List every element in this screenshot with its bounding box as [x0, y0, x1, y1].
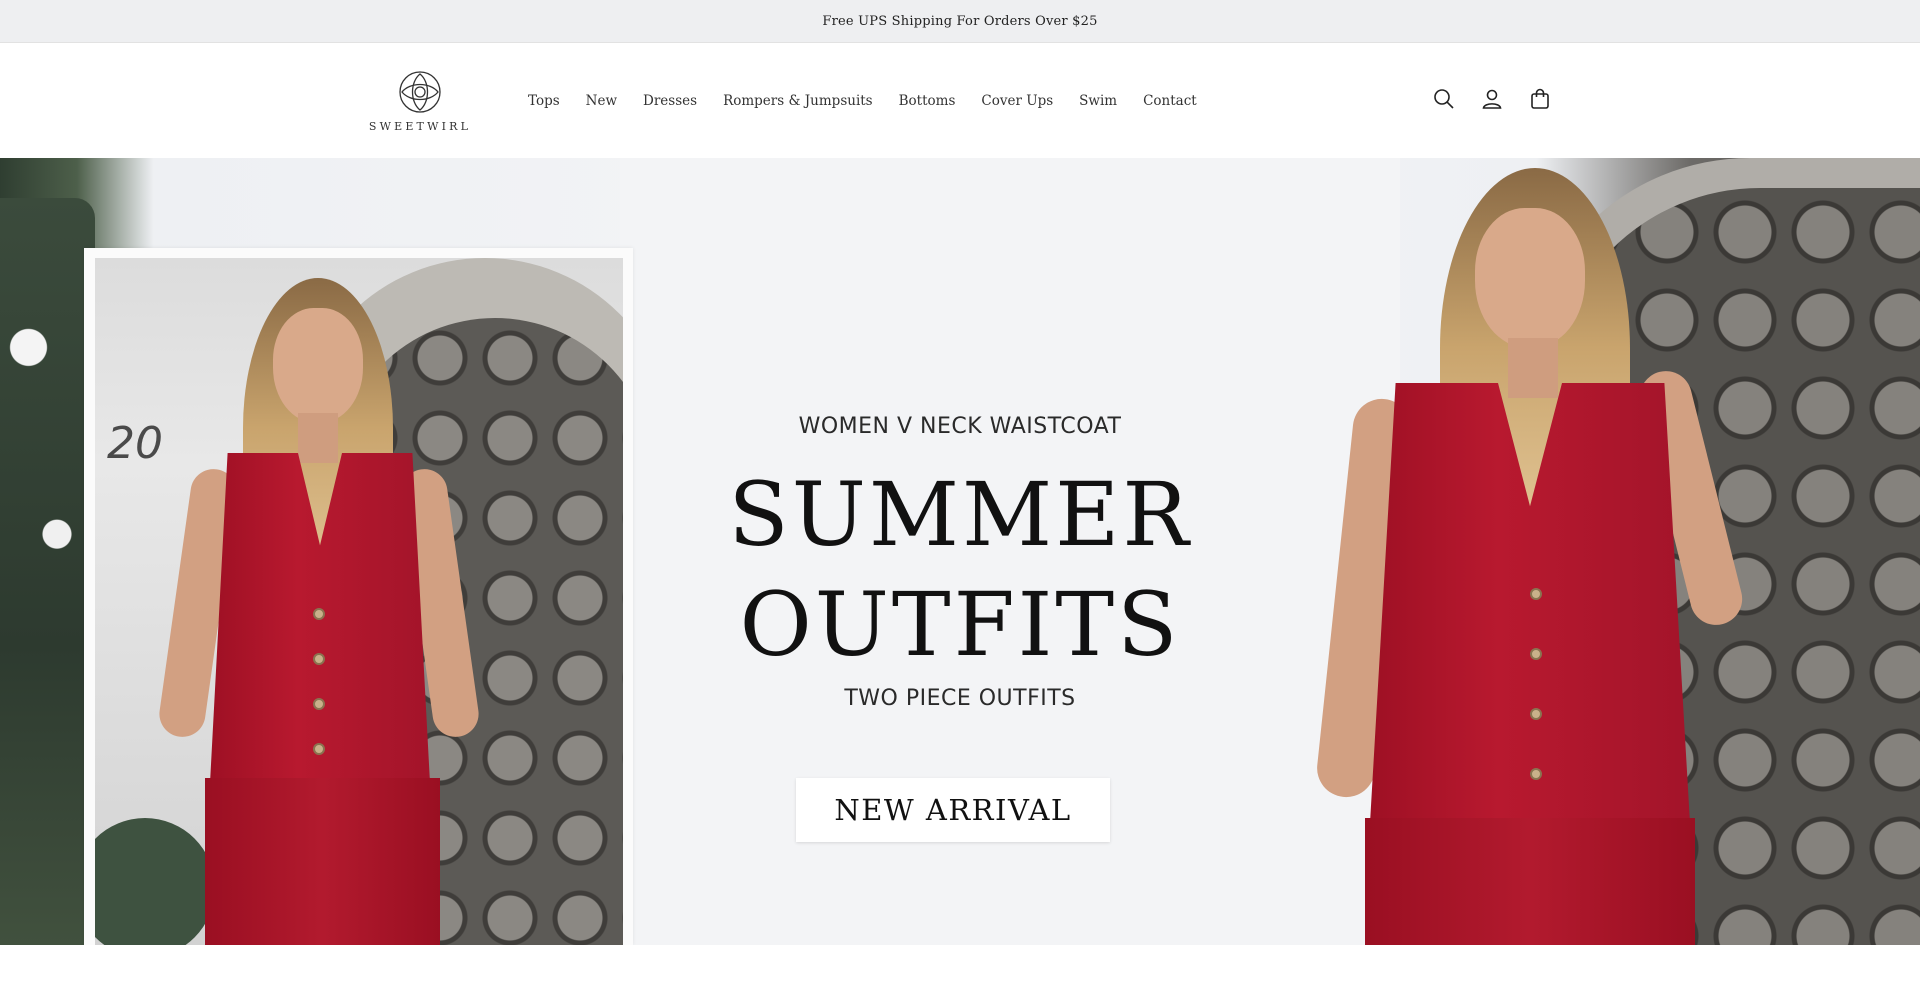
hero-photo-left-inner: 20: [95, 258, 623, 945]
cart-button[interactable]: [1526, 85, 1554, 113]
announcement-bar: Free UPS Shipping For Orders Over $25: [0, 0, 1920, 43]
nav-item-bottoms[interactable]: Bottoms: [886, 89, 969, 113]
hero-photo-left: 20: [84, 248, 633, 945]
nav-item-swim[interactable]: Swim: [1066, 89, 1130, 113]
main-nav: Tops New Dresses Rompers & Jumpsuits Bot…: [515, 87, 1210, 115]
logo-text: SWEETWIRL: [368, 120, 472, 133]
hero-copy: WOMEN V NECK WAISTCOAT SUMMER OUTFITS TW…: [700, 158, 1220, 945]
nav-item-new[interactable]: New: [573, 89, 630, 113]
search-icon: [1434, 89, 1454, 109]
logo[interactable]: SWEETWIRL: [368, 68, 472, 134]
nav-item-tops[interactable]: Tops: [515, 89, 573, 113]
foliage-decoration: [0, 198, 95, 945]
site-header: SWEETWIRL Tops New Dresses Rompers & Jum…: [0, 43, 1920, 158]
search-button[interactable]: [1430, 85, 1458, 113]
hero-headline-line1: SUMMER: [728, 463, 1192, 566]
model-figure-right: [1314, 168, 1750, 945]
nav-item-rompers-jumpsuits[interactable]: Rompers & Jumpsuits: [710, 89, 886, 113]
nav-item-contact[interactable]: Contact: [1130, 89, 1210, 113]
hero-subtitle-top: WOMEN V NECK WAISTCOAT: [798, 414, 1122, 439]
nav-item-cover-ups[interactable]: Cover Ups: [968, 89, 1066, 113]
hero-banner[interactable]: 20 WOMEN V NECK WAISTCOAT SUMMER OUTFITS: [0, 158, 1920, 945]
new-arrival-button[interactable]: NEW ARRIVAL: [796, 778, 1110, 842]
announcement-text: Free UPS Shipping For Orders Over $25: [822, 13, 1098, 29]
nav-item-dresses[interactable]: Dresses: [630, 89, 710, 113]
account-icon: [1482, 89, 1502, 109]
cart-icon: [1531, 88, 1549, 109]
header-actions: [1430, 85, 1554, 113]
account-button[interactable]: [1478, 85, 1506, 113]
hero-subtitle-bottom: TWO PIECE OUTFITS: [844, 686, 1076, 711]
hero-headline-line2: OUTFITS: [739, 573, 1181, 676]
logo-mark-icon: [399, 71, 441, 113]
hero-headline: SUMMER OUTFITS: [700, 460, 1220, 680]
model-figure-left: [155, 278, 485, 945]
